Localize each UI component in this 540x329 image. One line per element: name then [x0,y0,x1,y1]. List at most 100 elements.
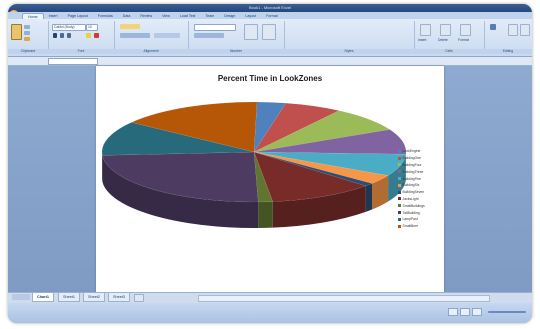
legend-swatch [398,197,401,201]
tab-load-test[interactable]: Load Test [175,13,201,19]
sheet-tab-sheet3[interactable]: Sheet3 [108,293,131,302]
tab-page-layout[interactable]: Page Layout [63,13,93,19]
group-label-clipboard: Clipboard [8,49,48,54]
legend-label: LampPost [402,217,418,222]
page-break-view-icon[interactable] [472,308,482,316]
delete-cells-icon[interactable] [440,24,451,36]
legend-entry-buildingsix[interactable]: BuildingSix [398,182,442,189]
merge-center-icon[interactable] [154,33,180,38]
tab-formulas[interactable]: Formulas [93,13,118,19]
sheet-nav-arrows-icon[interactable] [12,294,30,300]
format-cells-icon[interactable] [460,24,471,36]
formula-bar [8,57,532,66]
font-color-icon[interactable] [94,33,99,38]
chart-area[interactable]: Percent Time in LookZones LookEngine Buil… [96,66,444,292]
tab-data[interactable]: Data [118,13,136,19]
paste-icon[interactable] [11,24,22,40]
excel-window: Book1 - Microsoft Excel Home Insert Page… [8,4,532,323]
legend-swatch [398,183,401,187]
number-group: Number [188,21,285,54]
legend-entry-buildingfive[interactable]: BuildingFive [398,175,442,182]
legend-entry-jackslight[interactable]: JacksLight [398,196,442,203]
legend-entry-buildingseven[interactable]: BuildingSeven [398,189,442,196]
editing-group: Editing [484,21,532,54]
format-painter-icon[interactable] [24,37,30,41]
conditional-formatting-icon[interactable] [244,24,258,40]
bold-icon[interactable] [53,33,57,38]
legend-label: SmallBuildings [402,203,425,208]
legend-label: BuildingFour [402,162,422,167]
group-label-cells: Cells [414,49,484,54]
currency-percent-icon[interactable] [194,33,224,38]
find-select-icon[interactable] [520,24,530,36]
tab-insert[interactable]: Insert [44,13,63,19]
legend-label: SmallBeer [402,224,419,229]
cells-group: Insert Delete Format Cells [414,21,485,54]
name-box[interactable] [48,58,98,65]
normal-view-icon[interactable] [448,308,458,316]
legend-swatch [398,177,401,181]
alignment-group: Alignment [114,21,189,54]
legend-swatch [398,204,401,208]
legend-label: BuildingFive [402,176,421,181]
legend-entry-buildingfour[interactable]: BuildingFour [398,162,442,169]
group-label-editing: Editing [484,49,532,54]
tab-team[interactable]: Team [200,13,219,19]
group-label-styles: Styles [284,49,414,54]
clipboard-group: Clipboard [8,21,49,54]
legend-swatch [398,224,401,228]
insert-cells-button[interactable]: Insert [418,38,426,42]
autosum-icon[interactable] [490,24,496,30]
legend-label: BuildingOne [402,156,421,161]
legend-swatch [398,190,401,194]
italic-icon[interactable] [60,33,64,38]
underline-icon[interactable] [67,33,71,38]
legend-label: BuildingThree [402,169,424,174]
legend-entry-lookengine[interactable]: LookEngine [398,148,442,155]
delete-cells-button[interactable]: Delete [438,38,448,42]
legend-label: LookEngine [402,149,421,154]
wrap-text-icon[interactable] [120,24,140,29]
legend-entry-buildingone[interactable]: BuildingOne [398,155,442,162]
legend-swatch [398,163,401,167]
tab-format[interactable]: Format [261,13,282,19]
font-name-value: Calibri (Body) [54,24,75,29]
group-label-number: Number [188,49,284,54]
format-as-table-icon[interactable] [262,24,276,40]
legend-entry-smallbuildings[interactable]: SmallBuildings [398,202,442,209]
align-buttons-icon[interactable] [120,33,150,38]
fill-color-icon[interactable] [86,33,91,38]
copy-icon[interactable] [24,31,30,35]
legend-entry-smallbeer[interactable]: SmallBeer [398,223,442,230]
sort-filter-icon[interactable] [508,24,518,36]
legend-swatch [398,211,401,215]
horizontal-scrollbar[interactable] [198,295,490,302]
number-format-box[interactable] [194,24,236,31]
sheet-tab-sheet2[interactable]: Sheet2 [83,293,106,302]
pie-slice-side-buildingseven [365,183,373,212]
tab-design[interactable]: Design [219,13,240,19]
zoom-slider[interactable] [488,311,526,313]
ribbon: Clipboard Calibri (Body) 10 Font Alignme… [8,19,532,57]
tab-view[interactable]: View [157,13,175,19]
cut-icon[interactable] [24,25,30,29]
chart-sheet-area: Percent Time in LookZones LookEngine Buil… [8,66,532,292]
legend-entry-tallbuilding[interactable]: TallBuilding [398,209,442,216]
tab-review[interactable]: Review [135,13,157,19]
legend-entry-buildingthree[interactable]: BuildingThree [398,168,442,175]
tab-layout[interactable]: Layout [240,13,261,19]
sheet-tab-chart1[interactable]: Chart1 [32,293,55,302]
legend-label: TallBuilding [402,210,420,215]
title-bar: Book1 - Microsoft Excel [8,4,532,12]
insert-cells-icon[interactable] [420,24,431,36]
page-layout-view-icon[interactable] [460,308,470,316]
sheet-tab-bar: Chart1 Sheet1 Sheet2 Sheet3 [8,292,532,303]
insert-sheet-icon[interactable] [134,294,144,302]
legend-label: JacksLight [402,196,419,201]
font-size-value: 10 [88,24,92,29]
legend-entry-lamppost[interactable]: LampPost [398,216,442,223]
format-cells-button[interactable]: Format [458,38,469,42]
pie-chart [101,101,407,228]
sheet-tab-sheet1[interactable]: Sheet1 [58,293,81,302]
legend-swatch [398,217,401,221]
